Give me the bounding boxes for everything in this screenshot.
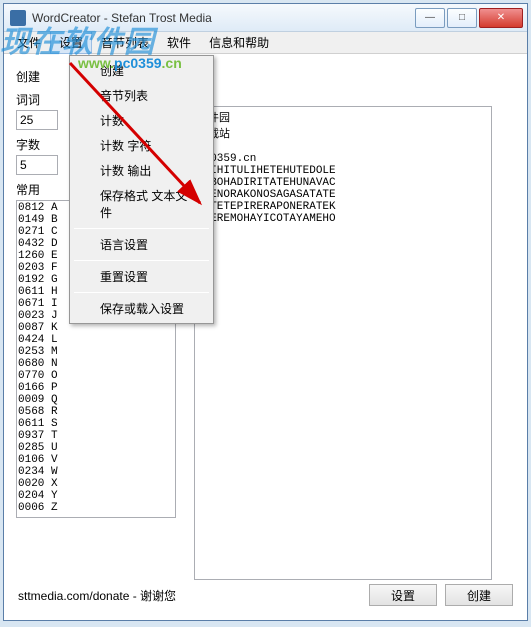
dd-create[interactable]: 创建: [72, 58, 211, 83]
word-count-input[interactable]: [16, 110, 58, 130]
separator-icon: [74, 260, 209, 261]
menu-settings[interactable]: 设置: [50, 31, 92, 54]
settings-button[interactable]: 设置: [369, 584, 437, 606]
titlebar: WordCreator - Stefan Trost Media — □ ✕: [4, 4, 527, 32]
minimize-button[interactable]: —: [415, 8, 445, 28]
menu-help[interactable]: 信息和帮助: [200, 31, 278, 54]
create-button[interactable]: 创建: [445, 584, 513, 606]
menubar: 文件 设置 音节列表 软件 信息和帮助: [4, 32, 527, 54]
dd-reset[interactable]: 重置设置: [72, 264, 211, 289]
donate-text: sttmedia.com/donate - 谢谢您: [18, 587, 361, 604]
menu-file[interactable]: 文件: [8, 31, 50, 54]
menu-software[interactable]: 软件: [158, 31, 200, 54]
char-count-input[interactable]: [16, 155, 58, 175]
dd-syllable-list[interactable]: 音节列表: [72, 83, 211, 108]
app-icon: [10, 10, 26, 26]
menu-syllables[interactable]: 音节列表: [92, 31, 158, 54]
separator-icon: [74, 292, 209, 293]
dd-language[interactable]: 语言设置: [72, 232, 211, 257]
dd-count-chars[interactable]: 计数 字符: [72, 133, 211, 158]
dd-count[interactable]: 计数: [72, 108, 211, 133]
dd-save-format[interactable]: 保存格式 文本文件: [72, 183, 211, 225]
dd-save-load[interactable]: 保存或载入设置: [72, 296, 211, 321]
separator-icon: [74, 228, 209, 229]
output-textbox[interactable]: 软件园 下载站 pc0359.cn ETIHITULIHETEHUTEDOLE …: [194, 106, 492, 580]
dd-count-output[interactable]: 计数 输出: [72, 158, 211, 183]
footer: sttmedia.com/donate - 谢谢您 设置 创建: [18, 584, 513, 606]
app-window: WordCreator - Stefan Trost Media — □ ✕ 文…: [3, 3, 528, 621]
window-title: WordCreator - Stefan Trost Media: [32, 11, 415, 25]
maximize-button[interactable]: □: [447, 8, 477, 28]
close-button[interactable]: ✕: [479, 8, 523, 28]
settings-dropdown: 创建 音节列表 计数 计数 字符 计数 输出 保存格式 文本文件 语言设置 重置…: [69, 55, 214, 324]
